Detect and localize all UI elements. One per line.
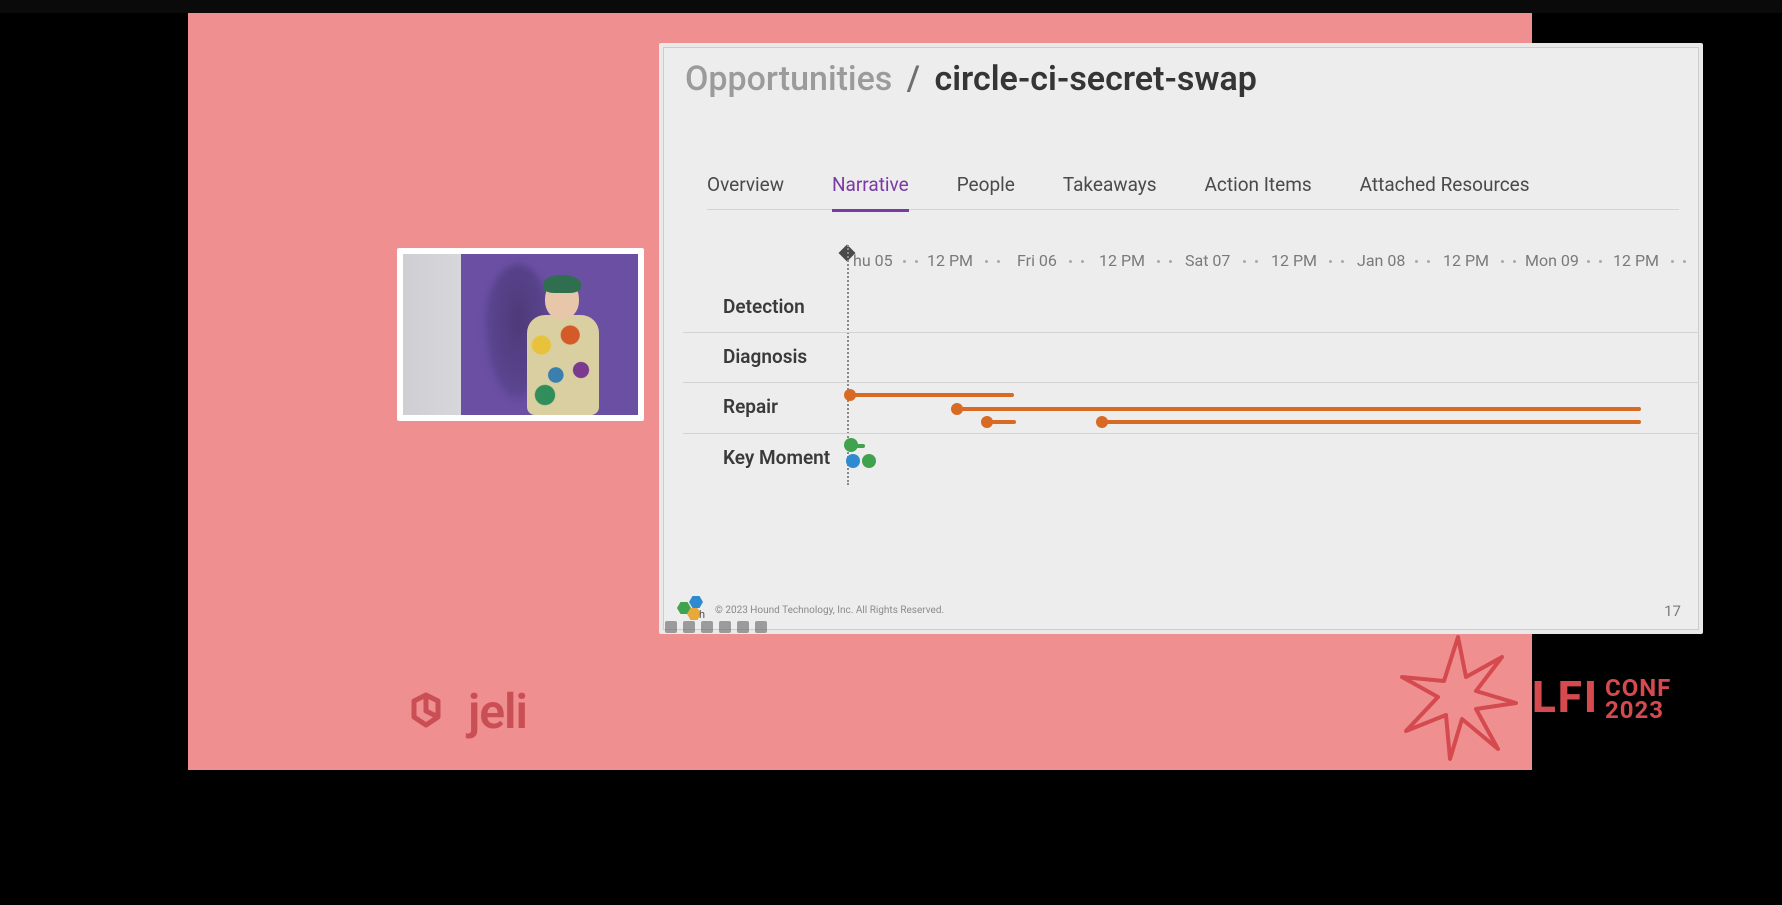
repair-span[interactable] xyxy=(986,420,1016,424)
breadcrumb: Opportunities / circle-ci-secret-swap xyxy=(685,59,1257,99)
speaker-camera xyxy=(403,254,638,415)
axis-tick: 12 PM xyxy=(927,251,973,270)
lfi-conf-logo: LFI CONF 2023 xyxy=(1398,633,1708,763)
row-label: Detection xyxy=(723,295,805,318)
axis-tick: Mon 09 xyxy=(1525,251,1579,270)
letterbox-left xyxy=(0,13,188,770)
jeli-mark-icon xyxy=(404,685,460,745)
row-label: Repair xyxy=(723,395,778,418)
tab-takeaways[interactable]: Takeaways xyxy=(1063,165,1157,209)
repair-span[interactable] xyxy=(956,407,1641,411)
jeli-logo: jeli xyxy=(404,685,544,749)
browser-top-bar xyxy=(0,0,1782,13)
lfi-year-text: 2023 xyxy=(1605,700,1671,722)
breadcrumb-leaf: circle-ci-secret-swap xyxy=(934,59,1256,99)
time-axis: hu 05 12 PM Fri 06 12 PM Sat 07 12 PM Ja… xyxy=(833,251,1699,271)
key-moment-dot[interactable] xyxy=(844,438,858,452)
breadcrumb-root[interactable]: Opportunities xyxy=(685,59,892,99)
letterbox-bottom xyxy=(0,770,1782,905)
axis-tick: 12 PM xyxy=(1613,251,1659,270)
repair-span[interactable] xyxy=(849,393,1014,397)
slide-footer: h © 2023 Hound Technology, Inc. All Righ… xyxy=(673,596,944,624)
tab-attached-resources[interactable]: Attached Resources xyxy=(1360,165,1530,209)
axis-tick: Jan 08 xyxy=(1357,251,1405,270)
row-label: Diagnosis xyxy=(723,345,807,368)
tab-bar: Overview Narrative People Takeaways Acti… xyxy=(707,165,1679,210)
timeline-row-diagnosis[interactable]: Diagnosis xyxy=(683,333,1699,383)
slide-number: 17 xyxy=(1664,602,1681,620)
row-label: Key Moment xyxy=(723,446,830,469)
axis-tick: 12 PM xyxy=(1271,251,1317,270)
timeline-row-key-moment[interactable]: Key Moment xyxy=(683,434,1699,483)
tab-overview[interactable]: Overview xyxy=(707,165,784,209)
jeli-wordmark: jeli xyxy=(468,683,527,740)
tab-people[interactable]: People xyxy=(957,165,1015,209)
app-panel: Opportunities / circle-ci-secret-swap Ov… xyxy=(659,43,1703,634)
honeycomb-logo-icon: h xyxy=(673,596,707,624)
breadcrumb-separator: / xyxy=(907,59,920,99)
cropped-toolbar xyxy=(663,621,767,633)
key-moment-dot[interactable] xyxy=(846,454,860,468)
axis-tick: hu 05 xyxy=(853,251,893,270)
axis-tick: 12 PM xyxy=(1443,251,1489,270)
narrative-timeline[interactable]: hu 05 12 PM Fri 06 12 PM Sat 07 12 PM Ja… xyxy=(683,235,1699,525)
axis-tick: Sat 07 xyxy=(1185,251,1230,270)
repair-span[interactable] xyxy=(1101,420,1641,424)
copyright-text: © 2023 Hound Technology, Inc. All Rights… xyxy=(715,605,944,616)
speaker-camera-frame xyxy=(397,248,644,421)
tab-narrative[interactable]: Narrative xyxy=(832,165,909,212)
timeline-row-detection[interactable]: Detection xyxy=(683,283,1699,333)
key-moment-dot[interactable] xyxy=(862,454,876,468)
slide-background: jeli LFI CONF 2023 Opportunities / circl… xyxy=(188,13,1532,770)
lfi-main-text: LFI xyxy=(1532,678,1599,718)
axis-tick: 12 PM xyxy=(1099,251,1145,270)
axis-tick: Fri 06 xyxy=(1017,251,1057,270)
tab-action-items[interactable]: Action Items xyxy=(1205,165,1312,209)
starburst-icon xyxy=(1398,633,1518,767)
timeline-row-repair[interactable]: Repair xyxy=(683,383,1699,434)
